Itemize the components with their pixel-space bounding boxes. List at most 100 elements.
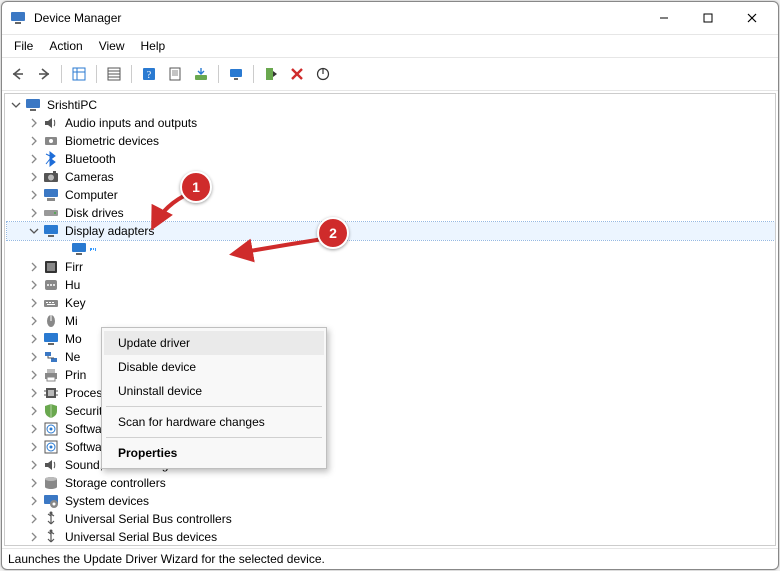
menu-help[interactable]: Help [133,37,174,55]
chevron-right-icon[interactable] [27,368,41,382]
tree-node[interactable]: Computer [7,186,775,204]
menu-view[interactable]: View [91,37,133,55]
device-manager-window: Device Manager File Action View Help ? [1,1,779,570]
context-menu-item[interactable]: Disable device [104,355,324,379]
tree-node[interactable]: Storage controllers [7,474,775,492]
bluetooth-icon [43,151,59,167]
toolbar-separator [253,65,254,83]
device-tree[interactable]: SrishtiPC Audio inputs and outputs Biometr… [5,94,775,546]
speaker-icon [43,115,59,131]
chevron-right-icon[interactable] [27,134,41,148]
tree-child-node[interactable] [7,240,775,258]
tree-node-label: Key [63,296,88,310]
software-icon [43,439,59,455]
chevron-right-icon[interactable] [27,314,41,328]
chevron-right-icon[interactable] [27,422,41,436]
chevron-right-icon[interactable] [27,152,41,166]
monitor-icon [25,97,41,113]
tree-node-label: Display adapters [63,224,156,238]
chevron-right-icon[interactable] [27,296,41,310]
update-driver-button[interactable] [224,62,248,86]
mouse-icon [43,313,59,329]
tree-node-label: Cameras [63,170,116,184]
chevron-right-icon[interactable] [27,530,41,544]
menu-file[interactable]: File [6,37,41,55]
chevron-right-icon[interactable] [27,278,41,292]
chevron-down-icon[interactable] [27,224,41,238]
tree-node-label: Bluetooth [63,152,118,166]
enable-button[interactable] [259,62,283,86]
statusbar: Launches the Update Driver Wizard for th… [2,548,778,569]
uninstall-button[interactable] [285,62,309,86]
tree-node[interactable]: Biometric devices [7,132,775,150]
chevron-right-icon[interactable] [27,440,41,454]
display-icon [71,241,87,257]
chevron-right-icon[interactable] [27,404,41,418]
chevron-right-icon[interactable] [27,386,41,400]
status-text: Launches the Update Driver Wizard for th… [8,552,325,566]
tree-node[interactable]: Disk drives [7,204,775,222]
disk-button[interactable] [311,62,335,86]
tree-node[interactable]: Universal Serial Bus devices [7,528,775,546]
toolbar-separator [96,65,97,83]
tree-node-label: Mi [63,314,80,328]
tree-node-label: Storage controllers [63,476,168,490]
tree-node[interactable]: Universal Serial Bus controllers [7,510,775,528]
tree-node[interactable]: Firr [7,258,775,276]
chevron-right-icon[interactable] [27,476,41,490]
tree-node-label: Mo [63,332,84,346]
chevron-right-icon[interactable] [27,206,41,220]
chevron-right-icon[interactable] [27,170,41,184]
chevron-right-icon[interactable] [27,116,41,130]
tree-node-label: Computer [63,188,120,202]
display-icon [43,331,59,347]
computer-icon [43,187,59,203]
tree-node[interactable]: Hu [7,276,775,294]
annotation-badge-2-label: 2 [329,225,337,241]
app-icon [10,10,26,26]
chevron-right-icon[interactable] [27,350,41,364]
chevron-right-icon[interactable] [27,260,41,274]
back-button[interactable] [6,62,30,86]
chevron-right-icon[interactable] [27,332,41,346]
tree-node[interactable]: Display adapters [7,222,775,240]
menubar: File Action View Help [2,35,778,58]
help-button[interactable]: ? [137,62,161,86]
tree-root-node[interactable]: SrishtiPC [7,96,775,114]
scan-hardware-button[interactable] [189,62,213,86]
toolbar-separator [131,65,132,83]
network-icon [43,349,59,365]
chevron-right-icon[interactable] [27,494,41,508]
tree-node[interactable]: Audio inputs and outputs [7,114,775,132]
tree-node-label: Biometric devices [63,134,161,148]
tree-node[interactable]: Key [7,294,775,312]
context-menu-item[interactable]: Scan for hardware changes [104,410,324,434]
tree-node[interactable]: System devices [7,492,775,510]
chevron-right-icon[interactable] [27,458,41,472]
minimize-button[interactable] [642,3,686,33]
annotation-badge-1: 1 [180,171,212,203]
maximize-button[interactable] [686,3,730,33]
context-menu-item[interactable]: Update driver [104,331,324,355]
context-menu-item[interactable]: Properties [104,441,324,465]
tree-node[interactable]: Cameras [7,168,775,186]
tree-node-label: Audio inputs and outputs [63,116,199,130]
show-hidden-button[interactable] [67,62,91,86]
properties-grid-button[interactable] [102,62,126,86]
speaker-icon [43,457,59,473]
display-icon [43,223,59,239]
chevron-right-icon[interactable] [27,188,41,202]
tree-node-label: Universal Serial Bus devices [63,530,219,544]
context-menu-item[interactable]: Uninstall device [104,379,324,403]
tree-node-label: System devices [63,494,151,508]
titlebar: Device Manager [2,2,778,35]
close-button[interactable] [730,3,774,33]
menu-action[interactable]: Action [41,37,90,55]
usb-icon [43,529,59,545]
forward-button[interactable] [32,62,56,86]
svg-text:?: ? [147,70,152,81]
chevron-down-icon[interactable] [9,98,23,112]
tree-node[interactable]: Bluetooth [7,150,775,168]
chevron-right-icon[interactable] [27,512,41,526]
properties-toolbar-button[interactable] [163,62,187,86]
